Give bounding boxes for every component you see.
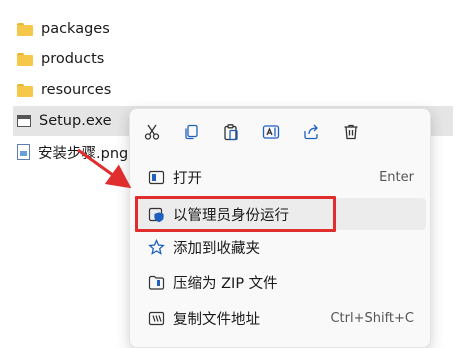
annotation-arrow [77,148,132,189]
